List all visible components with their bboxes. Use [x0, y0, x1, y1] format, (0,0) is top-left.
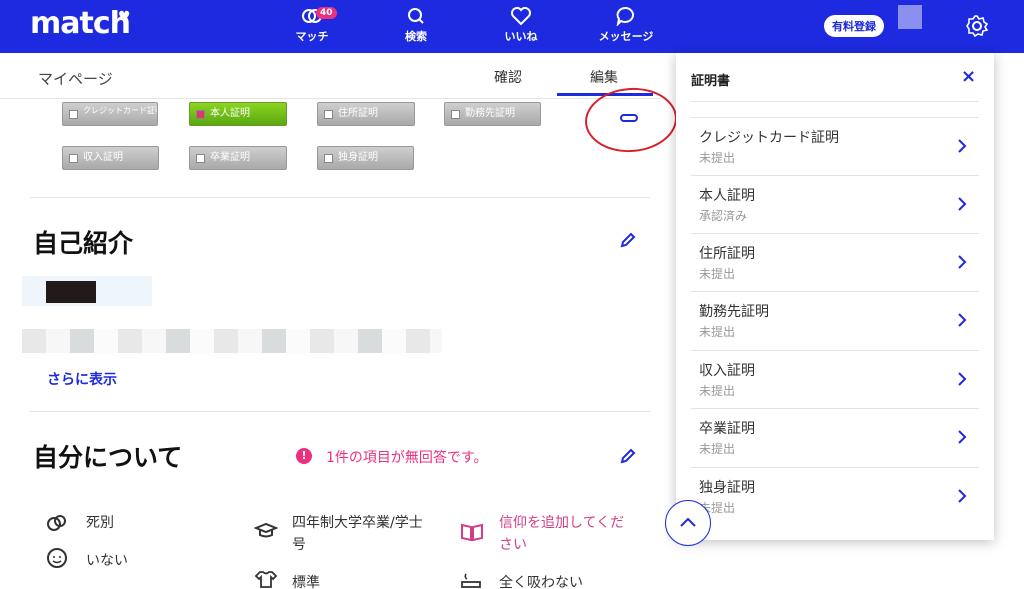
- message-icon: [616, 7, 634, 26]
- child-face-icon: [47, 548, 67, 568]
- cert-status: 承認済み: [699, 209, 748, 223]
- avatar[interactable]: [898, 5, 922, 29]
- edit-intro-pencil-icon[interactable]: [620, 232, 636, 248]
- page-title: マイページ: [38, 70, 113, 88]
- smoking-icon: [461, 573, 481, 588]
- certificates-panel: 証明書 × クレジットカード証明 未提出 本人証明 承認済み 住所証明 未提出 …: [676, 53, 994, 540]
- nav-messages[interactable]: メッセージ: [586, 6, 666, 44]
- chip-address[interactable]: 住所証明: [317, 102, 415, 126]
- chip-graduation[interactable]: 卒業証明: [189, 146, 287, 170]
- cert-row-single[interactable]: 独身証明 未提出: [691, 467, 979, 525]
- section-divider: [30, 197, 650, 198]
- top-navigation-bar: match ♥ 40 マッチ 検索 いいね メッセージ 有料登録: [0, 0, 1024, 53]
- cert-row-workplace[interactable]: 勤務先証明 未提出: [691, 291, 979, 349]
- cert-row-credit-card[interactable]: クレジットカード証明 未提出: [691, 117, 979, 175]
- paid-registration-button[interactable]: 有料登録: [824, 15, 884, 37]
- chevron-right-icon: [958, 197, 967, 211]
- nav-search-label: 検索: [405, 30, 427, 43]
- chip-identity[interactable]: 本人証明: [189, 102, 287, 126]
- chevron-right-icon: [958, 372, 967, 386]
- chip-single[interactable]: 独身証明: [317, 146, 414, 170]
- chip-income[interactable]: 収入証明: [62, 146, 159, 170]
- nav-match[interactable]: 40 マッチ: [272, 6, 352, 44]
- chevron-right-icon: [958, 430, 967, 444]
- body-type-value: 標準: [292, 575, 320, 589]
- nav-search[interactable]: 検索: [376, 6, 456, 44]
- match-count-badge: 40: [316, 7, 337, 19]
- graduation-cap-icon: [254, 522, 278, 538]
- chevron-right-icon: [958, 313, 967, 327]
- chevron-up-icon: [680, 517, 696, 527]
- logo-heart-icon: ♥: [118, 9, 131, 25]
- scroll-to-top-button[interactable]: [665, 500, 711, 546]
- about-me-heading: 自分について: [33, 443, 183, 472]
- self-intro-heading: 自己紹介: [33, 229, 134, 258]
- cert-status: 未提出: [699, 267, 736, 281]
- chip-credit-card[interactable]: クレジットカード証明: [62, 102, 158, 126]
- gear-icon[interactable]: [965, 14, 989, 38]
- chip-workplace[interactable]: 勤務先証明: [444, 102, 541, 126]
- education-value: 四年制大学卒業/学士号: [292, 515, 423, 553]
- nav-likes[interactable]: いいね: [481, 6, 561, 44]
- panel-title: 証明書: [691, 74, 731, 89]
- heart-icon: [511, 7, 531, 26]
- shirt-icon: [254, 571, 278, 588]
- chevron-right-icon: [958, 255, 967, 269]
- nav-match-label: マッチ: [295, 30, 329, 43]
- cert-row-identity[interactable]: 本人証明 承認済み: [691, 175, 979, 233]
- nav-likes-label: いいね: [504, 30, 538, 43]
- cert-name: 本人証明: [699, 188, 755, 204]
- children-value: いない: [86, 553, 128, 569]
- cert-status: 未提出: [699, 384, 736, 398]
- religion-add-link[interactable]: 信仰を追加してください: [499, 512, 629, 556]
- certificate-edit-pencil-icon[interactable]: [620, 112, 640, 124]
- chevron-right-icon: [958, 139, 967, 153]
- nav-messages-label: メッセージ: [598, 30, 654, 43]
- tab-view[interactable]: 確認: [494, 67, 522, 87]
- section-divider: [30, 411, 650, 412]
- tab-edit[interactable]: 編集: [590, 67, 618, 87]
- cert-name: 収入証明: [699, 363, 755, 379]
- cert-name: 住所証明: [699, 246, 755, 262]
- cert-status: 未提出: [699, 151, 736, 165]
- chevron-right-icon: [958, 489, 967, 503]
- unanswered-warning-text: 1件の項目が無回答です。: [326, 450, 488, 466]
- cert-row-address[interactable]: 住所証明 未提出: [691, 233, 979, 291]
- cert-name: 独身証明: [699, 480, 755, 496]
- edit-about-pencil-icon[interactable]: [620, 448, 636, 464]
- close-icon[interactable]: ×: [961, 66, 976, 87]
- book-icon: [461, 523, 483, 542]
- cert-name: 勤務先証明: [699, 304, 769, 320]
- blurred-intro-block: [46, 281, 96, 303]
- match-logo[interactable]: match: [30, 6, 131, 41]
- warning-icon: !: [296, 448, 312, 464]
- mypage-subheader: マイページ 確認 編集: [0, 53, 660, 99]
- panel-divider: [691, 101, 979, 102]
- cert-status: 未提出: [699, 325, 736, 339]
- cert-name: クレジットカード証明: [699, 130, 839, 146]
- cert-row-income[interactable]: 収入証明 未提出: [691, 350, 979, 408]
- marital-status-value: 死別: [86, 515, 114, 531]
- search-icon: [408, 8, 424, 24]
- rings-icon: [47, 515, 66, 531]
- cert-name: 卒業証明: [699, 421, 755, 437]
- smoking-value: 全く吸わない: [499, 575, 583, 589]
- cert-status: 未提出: [699, 442, 736, 456]
- cert-row-graduation[interactable]: 卒業証明 未提出: [691, 408, 979, 466]
- show-more-link[interactable]: さらに表示: [47, 369, 117, 389]
- blurred-intro-text-line2: [22, 329, 442, 353]
